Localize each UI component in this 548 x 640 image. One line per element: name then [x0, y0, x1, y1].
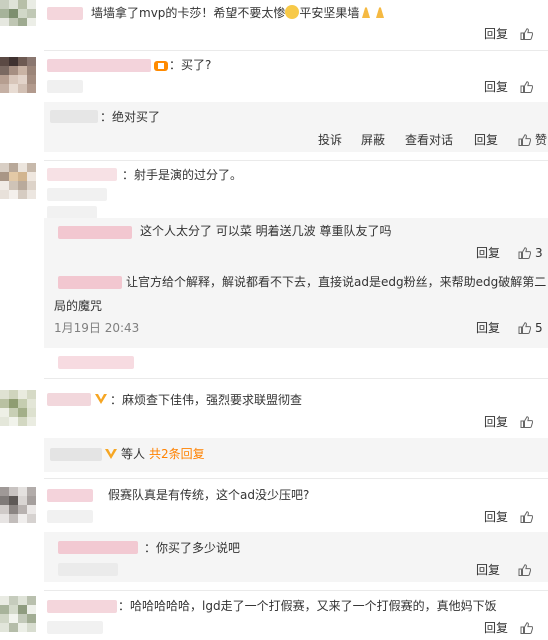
laughing-emoji-icon	[285, 5, 300, 19]
comment-text: ：买了?	[169, 58, 212, 72]
comment-text: ：麻烦查下佳伟，强烈要求联盟彻查	[110, 393, 303, 407]
sub-reply-text: ：绝对买了	[100, 110, 161, 124]
like-button[interactable]	[520, 79, 537, 95]
thumb-up-icon	[520, 28, 533, 40]
avatar[interactable]	[0, 487, 36, 523]
reply-button[interactable]: 回复	[484, 79, 508, 95]
reply-button[interactable]: 回复	[476, 562, 500, 578]
view-conversation-button[interactable]: 查看对话	[405, 132, 453, 148]
username[interactable]	[58, 276, 122, 289]
reply-button[interactable]: 回复	[484, 26, 508, 42]
pray-emoji-icon	[359, 5, 373, 19]
pray-emoji-icon	[373, 5, 387, 19]
like-button[interactable]: 赞	[518, 132, 547, 148]
username-placeholder	[47, 621, 103, 634]
like-button[interactable]	[520, 26, 537, 42]
username[interactable]	[47, 168, 117, 181]
divider	[44, 590, 548, 591]
username-placeholder	[47, 80, 83, 93]
divider	[44, 160, 548, 161]
like-button[interactable]: 5	[518, 320, 543, 336]
thumb-up-icon	[520, 511, 533, 523]
avatar[interactable]	[0, 596, 36, 640]
vip-badge-icon	[154, 60, 168, 72]
avatar[interactable]	[0, 163, 36, 199]
username[interactable]	[50, 448, 102, 461]
comment-text: 假赛队真是有传统，这个ad没少压吧?	[108, 488, 310, 502]
like-button[interactable]	[518, 562, 535, 578]
sub-reply-panel	[44, 532, 548, 582]
username[interactable]	[58, 541, 138, 554]
username[interactable]	[47, 59, 151, 72]
thumb-up-icon	[518, 322, 531, 334]
username-placeholder	[58, 563, 118, 576]
like-button[interactable]	[520, 620, 537, 636]
report-button[interactable]: 投诉	[318, 132, 342, 148]
reply-button[interactable]: 回复	[474, 132, 498, 148]
more-placeholder	[58, 356, 134, 369]
thumb-up-icon	[518, 564, 531, 576]
avatar[interactable]	[0, 0, 36, 26]
thumb-up-icon	[518, 247, 531, 259]
username[interactable]	[47, 600, 117, 613]
reply-button[interactable]: 回复	[484, 620, 508, 636]
like-button[interactable]	[520, 509, 537, 525]
thumb-up-icon	[520, 416, 533, 428]
username[interactable]	[50, 110, 98, 123]
more-replies-link[interactable]: 共2条回复	[149, 446, 205, 462]
more-replies-prefix: 等人	[121, 447, 146, 461]
divider	[44, 50, 548, 51]
timestamp: 1月19日 20:43	[54, 321, 140, 335]
reply-button[interactable]: 回复	[484, 509, 508, 525]
verified-v-icon	[104, 448, 118, 460]
sub-reply-text: 这个人太分了 可以菜 明着送几波 尊重队友了吗	[140, 224, 392, 238]
reply-button[interactable]: 回复	[476, 245, 500, 261]
avatar[interactable]	[0, 57, 36, 93]
thumb-up-icon	[520, 622, 533, 634]
block-button[interactable]: 屏蔽	[361, 132, 385, 148]
like-button[interactable]	[520, 414, 537, 430]
avatar[interactable]	[0, 390, 36, 426]
sub-reply-text: 让官方给个解释，解说都看不下去，直接说ad是edg粉丝，来帮助edg破解第二	[126, 275, 547, 289]
thumb-up-icon	[518, 134, 531, 146]
divider	[44, 378, 548, 379]
like-button[interactable]: 3	[518, 245, 543, 261]
username[interactable]	[47, 489, 93, 502]
username-placeholder	[47, 510, 93, 523]
thumb-up-icon	[520, 81, 533, 93]
username[interactable]	[47, 393, 91, 406]
username[interactable]	[47, 7, 83, 20]
comment-text: ：哈哈哈哈哈，lgd走了一个打假赛，又来了一个打假赛的，真他妈下饭	[118, 599, 497, 613]
username-placeholder	[47, 188, 107, 201]
username[interactable]	[58, 226, 132, 239]
divider	[44, 478, 548, 479]
replies-summary-panel	[44, 438, 548, 472]
sub-reply-text: 局的魔咒	[54, 299, 103, 313]
reply-button[interactable]: 回复	[476, 320, 500, 336]
reply-button[interactable]: 回复	[484, 414, 508, 430]
sub-reply-text: ：你买了多少说吧	[144, 541, 241, 555]
comment-text: 墙墙拿了mvp的卡莎！希望不要太惨 平安坚果墙	[91, 5, 387, 21]
verified-v-icon	[94, 393, 108, 405]
comment-text: ：射手是演的过分了。	[122, 168, 243, 182]
